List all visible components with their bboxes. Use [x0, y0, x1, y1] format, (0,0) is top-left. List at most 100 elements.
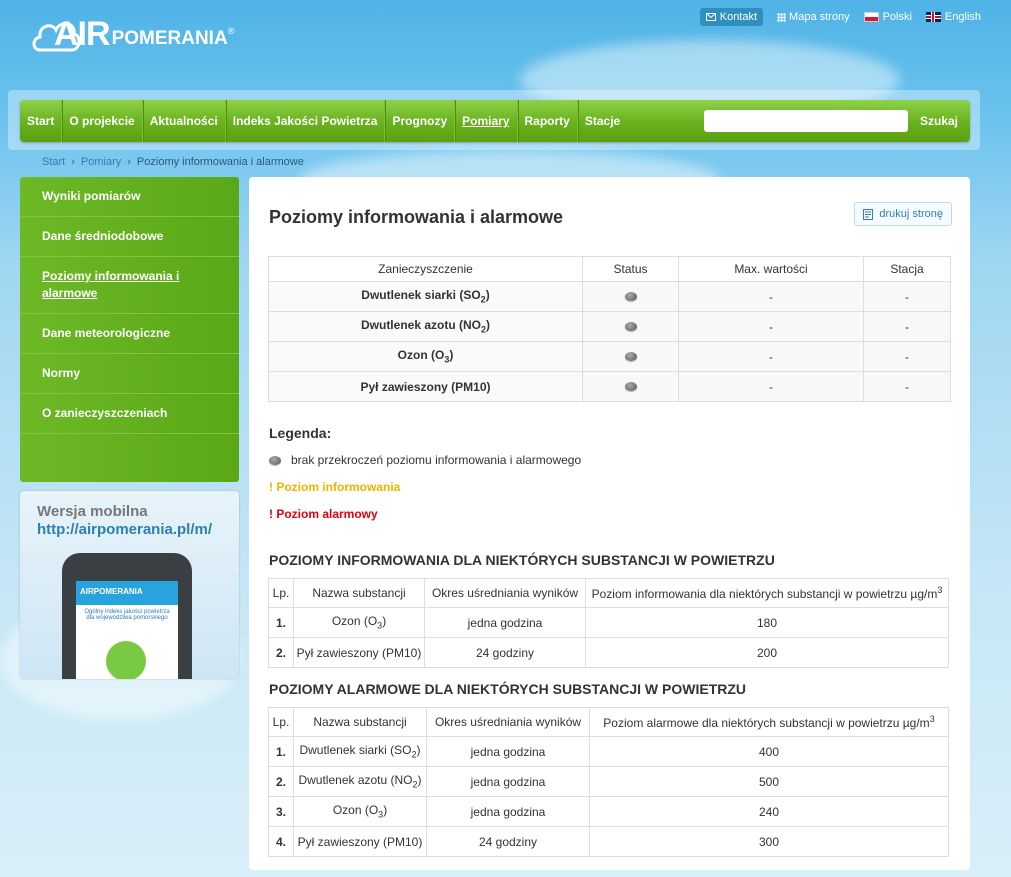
nav-item-stacje[interactable]: Stacje	[578, 100, 627, 142]
sidebar-menu: Wyniki pomiarów Dane średniodobowe Pozio…	[20, 177, 239, 482]
status-dot-icon	[269, 456, 281, 466]
breadcrumb-start[interactable]: Start	[42, 156, 65, 168]
sidebar-item-meteo[interactable]: Dane meteorologiczne	[20, 314, 239, 354]
max-value: -	[678, 371, 864, 402]
nav-item-pomiary[interactable]: Pomiary	[455, 100, 518, 142]
lang-polski-label: Polski	[882, 11, 912, 23]
station-value: -	[863, 311, 951, 342]
table-row: 4. Pył zawieszony (PM10) 24 godziny 300	[268, 826, 949, 857]
table-row: 1. Ozon (O3) jedna godzina 180	[268, 607, 949, 638]
pollutant-tail: )	[449, 348, 454, 363]
info-levels-table: Lp. Nazwa substancji Okres uśredniania w…	[268, 578, 949, 668]
level-value: 400	[589, 736, 949, 767]
table-header-row: Zanieczyszczenie Status Max. wartości St…	[268, 256, 951, 282]
legend-alarm: ! Poziom alarmowy	[269, 507, 378, 521]
print-label: drukuj stronę	[879, 208, 943, 220]
col-header: Okres uśredniania wyników	[426, 707, 590, 737]
logo-registered-mark: ®	[227, 26, 235, 36]
mobile-url[interactable]: http://airpomerania.pl/m/	[37, 521, 212, 538]
cloud-logo-icon	[32, 22, 80, 52]
info-section-title: POZIOMY INFORMOWANIA DLA NIEKTÓRYCH SUBS…	[269, 552, 775, 568]
level-value: 500	[589, 766, 949, 797]
lang-english[interactable]: English	[925, 11, 981, 23]
row-number: 1.	[268, 607, 294, 638]
table-header-row: Lp. Nazwa substancji Okres uśredniania w…	[268, 707, 949, 737]
kontakt-label: Kontakt	[719, 11, 758, 23]
substance-name: Dwutlenek siarki (SO2)	[293, 736, 427, 767]
status-dot-icon	[624, 291, 637, 301]
substance-tail: )	[383, 803, 388, 818]
main-content: Poziomy informowania i alarmowe drukuj s…	[249, 177, 970, 870]
col-header: Nazwa substancji	[293, 707, 427, 737]
pollutant-name: Ozon (O3)	[268, 341, 583, 372]
search-button[interactable]: Szukaj	[908, 114, 970, 128]
mobile-title: Wersja mobilna	[37, 503, 148, 520]
breadcrumb-chevron-icon: ›	[71, 156, 75, 168]
station-value: -	[863, 281, 951, 312]
substance-tail: )	[416, 743, 421, 758]
table-row: Pył zawieszony (PM10) - -	[268, 371, 951, 402]
lang-english-label: English	[944, 11, 981, 23]
averaging-period: jedna godzina	[424, 607, 586, 638]
pollutant-name: Pył zawieszony (PM10)	[268, 371, 583, 402]
sidebar-item-wyniki[interactable]: Wyniki pomiarów	[20, 177, 239, 217]
nav-item-prognozy[interactable]: Prognozy	[385, 100, 456, 142]
station-value: -	[863, 341, 951, 372]
sidebar-item-zanieczyszczenia[interactable]: O zanieczyszczeniach	[20, 394, 239, 434]
search-area: Szukaj	[703, 110, 970, 132]
breadcrumb-pomiary[interactable]: Pomiary	[81, 156, 121, 168]
site-logo[interactable]: AIR POMERANIA ®	[30, 12, 234, 56]
averaging-period: jedna godzina	[426, 736, 590, 767]
averaging-period: jedna godzina	[426, 796, 590, 827]
col-header: Lp.	[268, 707, 294, 737]
envelope-icon	[705, 13, 716, 21]
search-input[interactable]	[703, 110, 908, 132]
print-button[interactable]: drukuj stronę	[854, 202, 952, 226]
table-row: Ozon (O3) - -	[268, 341, 951, 372]
breadcrumb-chevron-icon: ›	[127, 156, 131, 168]
logo-pomerania-text: POMERANIA	[111, 28, 228, 49]
nav-item-o-projekcie[interactable]: O projekcie	[62, 100, 143, 142]
max-value: -	[678, 341, 864, 372]
col-header: Zanieczyszczenie	[268, 256, 583, 282]
mobile-version-banner[interactable]: Wersja mobilna http://airpomerania.pl/m/…	[20, 491, 239, 679]
col-header-superscript: 3	[929, 714, 935, 724]
pollutant-name-text: Dwutlenek siarki (SO	[361, 288, 481, 303]
kontakt-link[interactable]: Kontakt	[699, 8, 764, 26]
col-header: Lp.	[268, 578, 294, 608]
phone-text: Ogólny indeks jakości powietrza dla woje…	[84, 609, 170, 621]
nav-item-aktualnosci[interactable]: Aktualności	[143, 100, 226, 142]
pollutant-name-text: Dwutlenek azotu (NO	[360, 318, 481, 333]
legend-none: brak przekroczeń poziomu informowania i …	[269, 453, 581, 467]
substance-name-text: Dwutlenek siarki (SO	[299, 743, 412, 758]
table-row: Dwutlenek azotu (NO2) - -	[268, 311, 951, 342]
print-icon	[863, 208, 874, 220]
substance-name: Pył zawieszony (PM10)	[293, 826, 427, 857]
col-header-text: Poziom alarmowe dla niektórych substancj…	[603, 716, 930, 730]
row-number: 2.	[268, 766, 294, 797]
nav-item-indeks[interactable]: Indeks Jakości Powietrza	[226, 100, 386, 142]
nav-item-start[interactable]: Start	[20, 100, 63, 142]
sitemap-label: Mapa strony	[789, 11, 850, 23]
averaging-period: jedna godzina	[426, 766, 590, 797]
pollutant-name-text: Ozon (O	[397, 348, 445, 363]
breadcrumb: Start › Pomiary › Poziomy informowania i ala…	[42, 156, 304, 168]
col-header-superscript: 3	[937, 585, 943, 595]
sidebar-item-srednie[interactable]: Dane średniodobowe	[20, 217, 239, 257]
level-value: 180	[585, 607, 949, 638]
sitemap-link[interactable]: Mapa strony	[777, 11, 850, 23]
phone-screen: AIRPOMERANIA Ogólny indeks jakości powie…	[76, 581, 178, 679]
col-header: Poziom alarmowe dla niektórych substancj…	[589, 707, 949, 737]
status-dot-icon	[624, 351, 637, 361]
main-nav: Start O projekcie Aktualności Indeks Jak…	[20, 100, 970, 142]
col-header: Okres uśredniania wyników	[424, 578, 586, 608]
sidebar-item-poziomy[interactable]: Poziomy informowania i alarmowe	[20, 257, 239, 314]
col-header: Max. wartości	[678, 256, 864, 282]
page-title: Poziomy informowania i alarmowe	[269, 207, 564, 227]
col-header: Status	[582, 256, 679, 282]
lang-polski[interactable]: Polski	[863, 11, 912, 23]
status-cell	[582, 311, 679, 342]
nav-item-raporty[interactable]: Raporty	[518, 100, 578, 142]
sidebar-item-normy[interactable]: Normy	[20, 354, 239, 394]
substance-tail: )	[417, 773, 422, 788]
